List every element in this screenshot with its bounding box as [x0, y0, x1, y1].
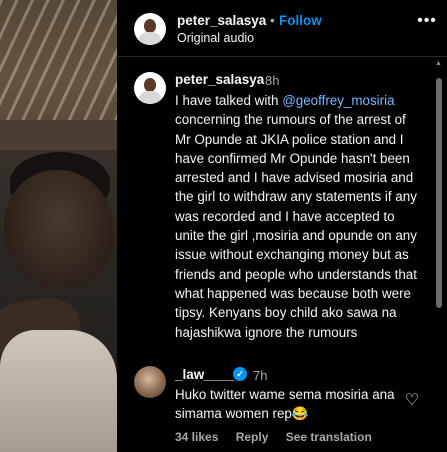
comment-timestamp: 7h	[253, 368, 268, 383]
video-shelf	[0, 120, 117, 150]
more-options-icon[interactable]: •••	[415, 11, 439, 31]
like-heart-icon[interactable]: ♡	[403, 392, 421, 410]
commenter-avatar[interactable]	[134, 366, 166, 398]
commenter-username[interactable]: _law____	[175, 367, 234, 382]
caption-text-start: I have talked with	[175, 93, 283, 108]
reel-video-frame[interactable]	[0, 0, 117, 452]
caption-text: I have talked with @geoffrey_mosiria con…	[175, 91, 425, 342]
caption-username[interactable]: peter_salasya	[175, 72, 264, 87]
video-person-head	[4, 170, 114, 290]
reply-button[interactable]: Reply	[236, 430, 269, 444]
comments-panel: peter_salasya • Follow Original audio ••…	[117, 0, 447, 452]
caption-avatar[interactable]	[134, 72, 166, 104]
comment-actions: 34 likes Reply See translation	[175, 430, 386, 444]
scrollbar-thumb[interactable]	[436, 78, 442, 308]
see-translation-button[interactable]: See translation	[286, 430, 372, 444]
caption-timestamp: 8h	[265, 73, 280, 88]
post-header: peter_salasya • Follow Original audio ••…	[117, 0, 447, 57]
comment-text: Huko twitter wame sema mosiria ana simam…	[175, 387, 395, 421]
author-username[interactable]: peter_salasya	[177, 13, 266, 28]
author-avatar[interactable]	[134, 13, 166, 45]
original-audio-link[interactable]: Original audio	[177, 31, 254, 45]
comments-scroll-area[interactable]: peter_salasya 8h I have talked with @geo…	[117, 58, 447, 452]
verified-badge-icon: ✓	[233, 367, 247, 381]
video-person-shirt	[0, 330, 117, 452]
mention-link[interactable]: @geoffrey_mosiria	[282, 93, 394, 108]
scrollbar[interactable]: ▲	[435, 60, 443, 315]
scroll-up-arrow-icon[interactable]: ▲	[435, 60, 442, 67]
separator-dot: •	[270, 13, 275, 28]
caption-text-rest: concerning the rumours of the arrest of …	[175, 112, 417, 340]
comment-likes-count[interactable]: 34 likes	[175, 430, 218, 444]
follow-button[interactable]: Follow	[279, 13, 322, 28]
